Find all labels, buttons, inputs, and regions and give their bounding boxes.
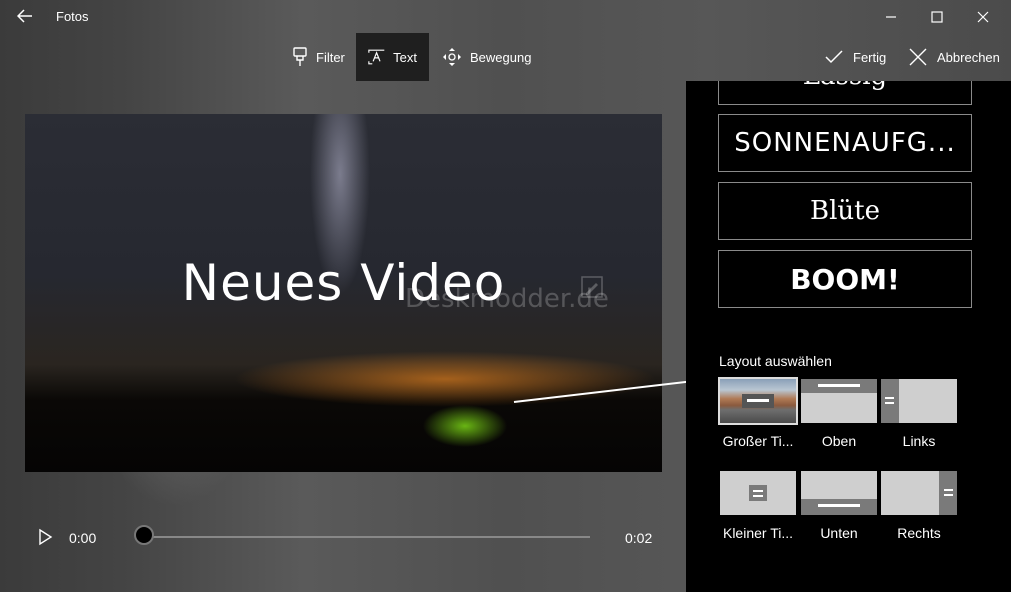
layout-tile-top[interactable]: Oben <box>801 379 877 451</box>
style-label: SONNENAUFG... <box>734 128 956 158</box>
end-time: 0:02 <box>625 530 653 546</box>
layout-thumb-top <box>801 379 877 423</box>
style-item-boom[interactable]: BOOM! <box>718 250 972 308</box>
layout-tile-bottom[interactable]: Unten <box>801 471 877 543</box>
layout-label: Unten <box>820 525 858 541</box>
layout-label: Rechts <box>897 525 941 541</box>
layout-tile-small-title[interactable]: Kleiner Ti... <box>720 471 796 543</box>
current-time: 0:00 <box>69 530 97 546</box>
layout-label: Kleiner Ti... <box>722 525 794 541</box>
layout-thumb-left <box>881 379 957 423</box>
layout-heading: Layout auswählen <box>719 353 832 369</box>
layout-tile-large-title[interactable]: Großer Ti... <box>718 377 798 451</box>
layout-label: Großer Ti... <box>722 433 794 449</box>
style-item-laessig[interactable]: Lässig <box>718 81 972 105</box>
layout-tile-left[interactable]: Links <box>881 379 957 451</box>
style-label: Lässig <box>803 81 887 91</box>
layout-thumb-right <box>881 471 957 515</box>
layout-thumb-large-title <box>718 377 798 425</box>
seek-track[interactable] <box>148 536 590 538</box>
style-item-sonnenaufgang[interactable]: SONNENAUFG... <box>718 114 972 172</box>
text-style-panel: Lässig SONNENAUFG... Blüte BOOM! Layout … <box>686 81 1011 592</box>
layout-label: Links <box>902 433 936 449</box>
layout-label: Oben <box>821 433 857 449</box>
seek-thumb[interactable] <box>134 525 154 545</box>
style-item-bluete[interactable]: Blüte <box>718 182 972 240</box>
player-controls: 0:00 0:02 <box>0 515 686 559</box>
style-label: Blüte <box>809 196 880 226</box>
layout-tile-right[interactable]: Rechts <box>881 471 957 543</box>
play-icon[interactable] <box>36 528 54 546</box>
style-label: BOOM! <box>790 262 900 296</box>
layout-thumb-bottom <box>801 471 877 515</box>
layout-thumb-small-title <box>720 471 796 515</box>
